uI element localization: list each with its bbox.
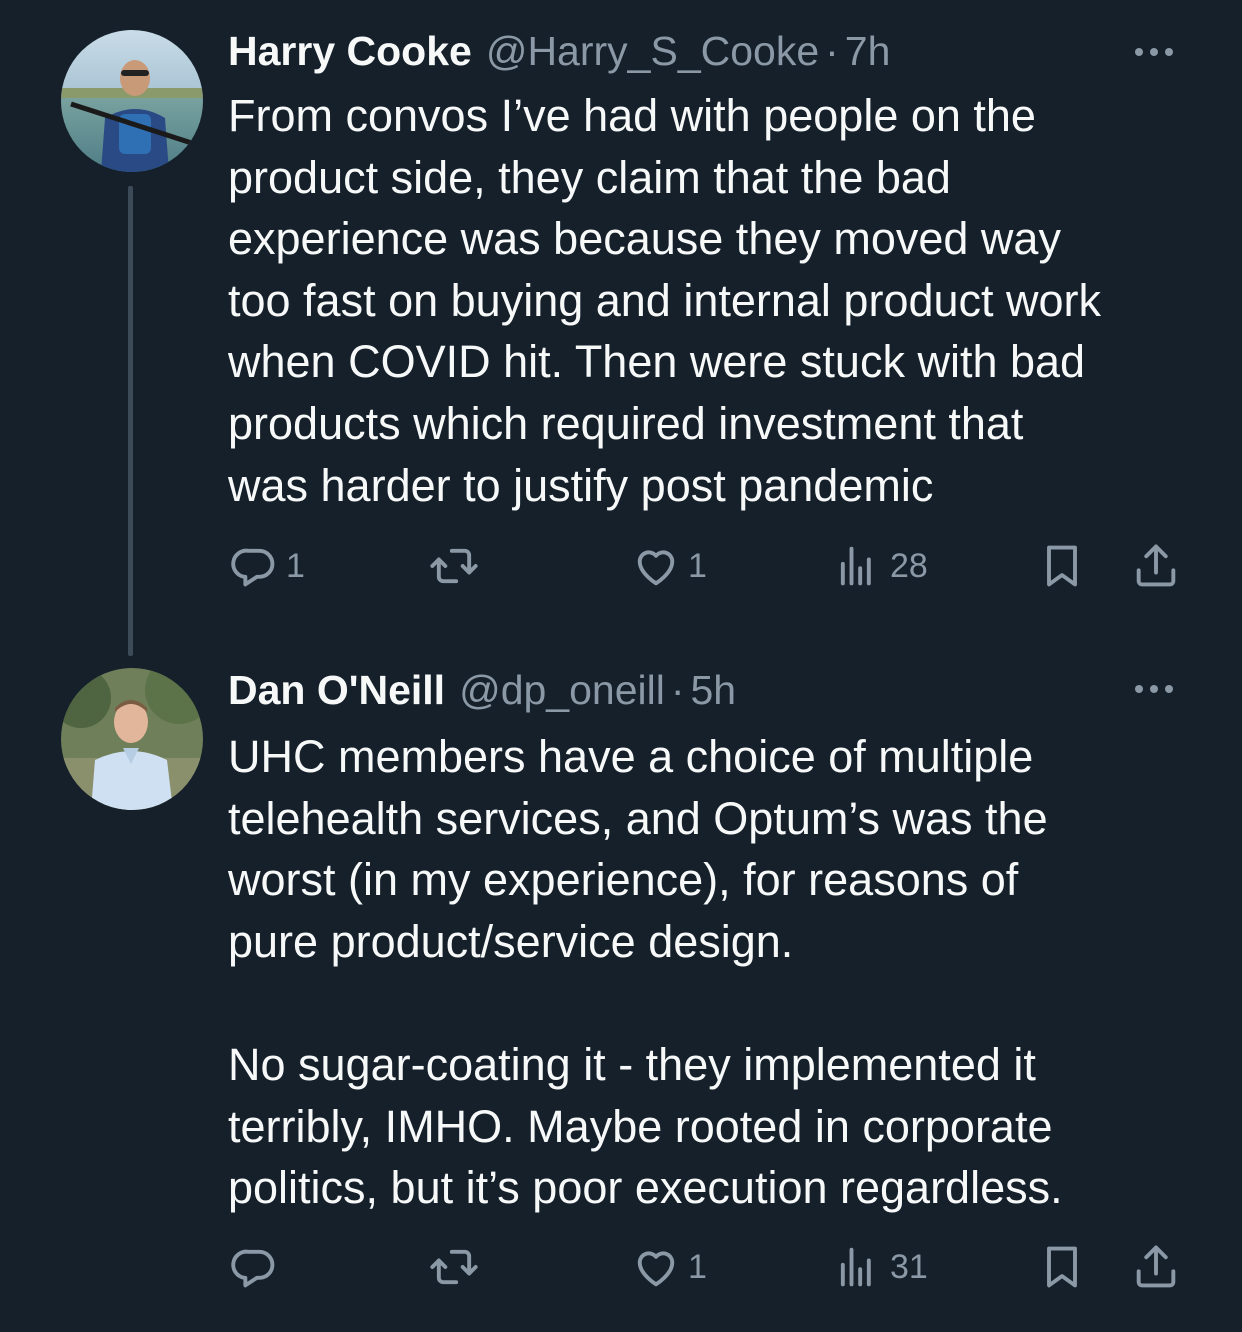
avatar-photo — [61, 30, 203, 172]
retweet-icon — [430, 1249, 478, 1285]
tweet-actions: 1 1 28 — [0, 536, 1242, 596]
tweet-text: From convos I’ve had with people on the … — [228, 90, 1102, 511]
more-dots-icon[interactable] — [1132, 679, 1176, 699]
display-name[interactable]: Harry Cooke — [228, 26, 472, 76]
reply-button[interactable]: 1 — [228, 536, 305, 596]
like-count: 1 — [688, 1247, 707, 1286]
user-handle[interactable]: @dp_oneill — [459, 665, 665, 715]
retweet-button[interactable] — [428, 536, 486, 596]
like-count: 1 — [688, 546, 707, 585]
views-button[interactable]: 31 — [832, 1237, 928, 1297]
retweet-button[interactable] — [428, 1237, 486, 1297]
tweet[interactable]: Harry Cooke @Harry_S_Cooke · 7h From con… — [0, 0, 1242, 656]
separator-dot: · — [670, 667, 685, 713]
avatar[interactable] — [61, 668, 203, 810]
avatar[interactable] — [61, 30, 203, 172]
tweet-actions: 1 31 — [0, 1237, 1242, 1297]
share-icon — [1136, 544, 1176, 587]
share-icon — [1136, 1245, 1176, 1288]
retweet-icon — [430, 548, 478, 584]
timestamp[interactable]: 5h — [691, 665, 737, 715]
avatar-photo — [61, 668, 203, 810]
display-name[interactable]: Dan O'Neill — [228, 665, 445, 715]
share-button[interactable] — [1130, 536, 1182, 596]
tweet-text: UHC members have a choice of multiple te… — [228, 731, 1063, 1214]
reply-icon — [231, 548, 275, 587]
user-handle[interactable]: @Harry_S_Cooke — [486, 26, 819, 76]
like-button[interactable]: 1 — [630, 1237, 707, 1297]
tweet-header: Dan O'Neill @dp_oneill · 5h — [228, 665, 736, 715]
views-chart-icon — [840, 546, 871, 586]
views-button[interactable]: 28 — [832, 536, 928, 596]
share-button[interactable] — [1130, 1237, 1182, 1297]
heart-icon — [637, 550, 675, 586]
heart-icon — [637, 1251, 675, 1287]
bookmark-icon — [1047, 1246, 1077, 1288]
conversation-thread: Harry Cooke @Harry_S_Cooke · 7h From con… — [0, 0, 1242, 1332]
tweet[interactable]: Dan O'Neill @dp_oneill · 5h UHC members … — [0, 640, 1242, 1332]
more-dots-icon[interactable] — [1132, 42, 1176, 62]
view-count: 28 — [890, 546, 928, 585]
reply-icon — [231, 1249, 275, 1288]
reply-button[interactable] — [228, 1237, 286, 1297]
timestamp[interactable]: 7h — [845, 26, 891, 76]
bookmark-button[interactable] — [1036, 536, 1088, 596]
bookmark-icon — [1047, 545, 1077, 587]
bookmark-button[interactable] — [1036, 1237, 1088, 1297]
tweet-header: Harry Cooke @Harry_S_Cooke · 7h — [228, 26, 890, 76]
view-count: 31 — [890, 1247, 928, 1286]
reply-count: 1 — [286, 546, 305, 585]
like-button[interactable]: 1 — [630, 536, 707, 596]
separator-dot: · — [825, 28, 839, 74]
views-chart-icon — [840, 1247, 871, 1287]
